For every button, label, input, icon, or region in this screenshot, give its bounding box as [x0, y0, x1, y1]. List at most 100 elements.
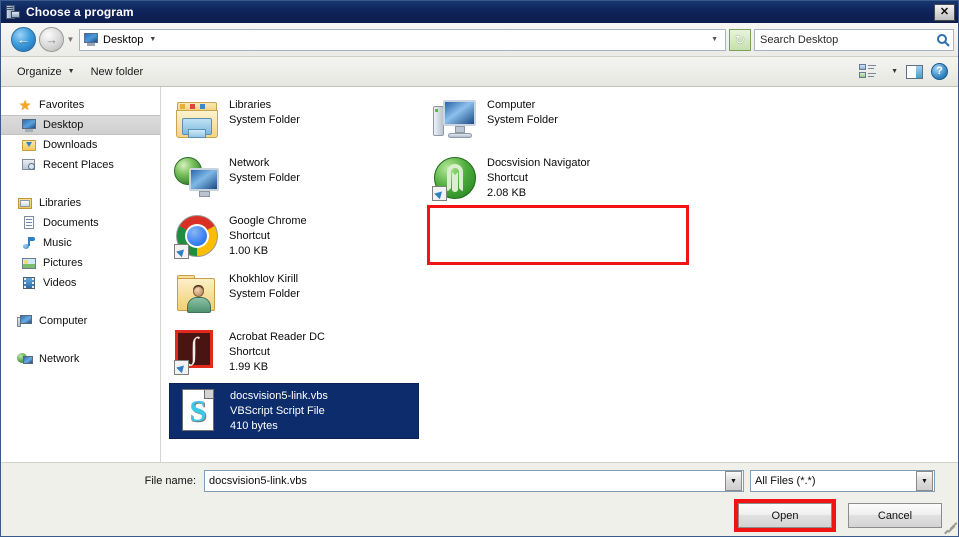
sidebar-item-label: Desktop: [43, 119, 84, 131]
file-item-docsvision-navigator[interactable]: Docsvision Navigator Shortcut 2.08 KB: [427, 151, 677, 207]
file-type-select[interactable]: All Files (*.*) ▼: [750, 470, 935, 492]
network-icon: [17, 351, 33, 367]
server-program-icon: [5, 4, 21, 20]
close-button[interactable]: ✕: [934, 3, 955, 21]
desktop-monitor-icon: [83, 32, 99, 47]
computer-icon: [17, 313, 33, 329]
recent-places-icon: [21, 157, 37, 173]
sidebar-item-pictures[interactable]: Pictures: [1, 253, 160, 273]
sidebar-group-computer: Computer: [1, 311, 160, 331]
shortcut-arrow-icon: [174, 360, 189, 375]
sidebar-item-documents[interactable]: Documents: [1, 213, 160, 233]
sidebar-item-network[interactable]: Network: [1, 349, 160, 369]
view-mode-icon: [859, 64, 877, 79]
desktop-monitor-icon: [21, 117, 37, 133]
magnifier-icon[interactable]: [933, 30, 953, 50]
new-folder-button[interactable]: New folder: [83, 63, 152, 81]
file-item-libraries[interactable]: Libraries System Folder: [169, 93, 419, 149]
downloads-folder-icon: [21, 137, 37, 153]
breadcrumb-chevron-down-icon[interactable]: ▼: [149, 36, 156, 43]
shortcut-arrow-icon: [174, 244, 189, 259]
file-name-input[interactable]: docsvision5-link.vbs ▼: [204, 470, 744, 492]
file-list-pane[interactable]: Libraries System Folder Network System F…: [161, 87, 958, 462]
file-type: Shortcut: [229, 346, 270, 358]
view-mode-dropdown[interactable]: ▼: [881, 66, 902, 77]
file-name-label: File name:: [144, 475, 196, 487]
breadcrumb[interactable]: Desktop: [103, 34, 143, 46]
libraries-folder-icon: [173, 96, 221, 144]
file-name: Libraries: [229, 99, 272, 111]
file-type: Shortcut: [487, 172, 528, 184]
navigation-sidebar: ★ Favorites Desktop Downloads Recent Pla…: [1, 87, 161, 462]
address-dropdown-icon[interactable]: ▼: [707, 36, 722, 43]
new-folder-label: New folder: [90, 65, 144, 78]
acrobat-reader-icon: ∫: [173, 328, 221, 376]
file-size: 1.99 KB: [229, 361, 269, 373]
search-input[interactable]: Search Desktop: [754, 28, 954, 51]
forward-arrow-icon[interactable]: →: [39, 27, 64, 52]
organize-button[interactable]: Organize ▼: [9, 63, 83, 81]
picture-icon: [21, 255, 37, 271]
file-name-dropdown-button[interactable]: ▼: [725, 471, 742, 491]
history-dropdown-icon[interactable]: ▼: [64, 28, 77, 51]
sidebar-item-videos[interactable]: Videos: [1, 273, 160, 293]
file-name-value: docsvision5-link.vbs: [209, 475, 307, 487]
sidebar-item-label: Pictures: [43, 257, 83, 269]
sidebar-group-network: Network: [1, 349, 160, 369]
docsvision-navigator-icon: [431, 154, 479, 202]
vbscript-file-icon: S: [174, 387, 222, 435]
sidebar-header-libraries[interactable]: Libraries: [1, 193, 160, 213]
preview-pane-button[interactable]: [902, 63, 927, 81]
file-item-docsvision5-link-vbs[interactable]: S docsvision5-link.vbs VBScript Script F…: [169, 383, 419, 439]
file-item-google-chrome[interactable]: Google Chrome Shortcut 1.00 KB: [169, 209, 419, 265]
chevron-down-icon: ▼: [67, 68, 75, 75]
sidebar-item-computer[interactable]: Computer: [1, 311, 160, 331]
back-arrow-icon[interactable]: ←: [11, 27, 36, 52]
open-button[interactable]: Open: [738, 503, 832, 528]
computer-icon: [431, 96, 479, 144]
file-type-value: All Files (*.*): [755, 475, 816, 487]
file-item-computer[interactable]: Computer System Folder: [427, 93, 677, 149]
choose-a-program-dialog: Choose a program ✕ ← → ▼ Desktop ▼ ▼ ↻ S…: [0, 0, 959, 537]
file-item-acrobat-reader-dc[interactable]: ∫ Acrobat Reader DC Shortcut 1.99 KB: [169, 325, 419, 381]
view-mode-button[interactable]: [855, 62, 881, 81]
file-name: Network: [229, 157, 270, 169]
help-button[interactable]: ?: [927, 61, 952, 82]
file-item-khokhlov-kirill[interactable]: Khokhlov Kirill System Folder: [169, 267, 419, 323]
file-item-network[interactable]: Network System Folder: [169, 151, 419, 207]
file-type-dropdown-button[interactable]: ▼: [916, 471, 933, 491]
open-button-wrapper: Open: [734, 499, 836, 532]
sidebar-header-favorites[interactable]: ★ Favorites: [1, 95, 160, 115]
shortcut-arrow-icon: [432, 186, 447, 201]
network-globe-monitor-icon: [173, 154, 221, 202]
file-type: VBScript Script File: [230, 405, 325, 417]
file-name: Google Chrome: [229, 215, 307, 227]
file-name: Computer: [487, 99, 536, 111]
file-name: docsvision5-link.vbs: [230, 390, 328, 402]
address-bar[interactable]: Desktop ▼ ▼: [79, 28, 726, 51]
sidebar-item-downloads[interactable]: Downloads: [1, 135, 160, 155]
resize-grip[interactable]: [944, 522, 958, 535]
search-placeholder: Search Desktop: [760, 33, 839, 46]
sidebar-item-desktop[interactable]: Desktop: [1, 115, 160, 135]
music-note-icon: [21, 235, 37, 251]
file-type: System Folder: [487, 114, 558, 126]
sidebar-item-label: Music: [43, 237, 72, 249]
cancel-button[interactable]: Cancel: [848, 503, 942, 528]
organize-label: Organize: [17, 65, 62, 78]
sidebar-item-label: Recent Places: [43, 159, 114, 171]
file-name-row: File name: docsvision5-link.vbs ▼ All Fi…: [1, 470, 958, 492]
sidebar-item-recent-places[interactable]: Recent Places: [1, 155, 160, 175]
dialog-body: ★ Favorites Desktop Downloads Recent Pla…: [1, 87, 958, 462]
document-icon: [21, 215, 37, 231]
google-chrome-icon: [173, 212, 221, 260]
sidebar-item-label: Documents: [43, 217, 99, 229]
chevron-down-icon: ▼: [891, 68, 898, 75]
refresh-icon[interactable]: ↻: [729, 28, 751, 51]
dialog-footer: File name: docsvision5-link.vbs ▼ All Fi…: [1, 462, 958, 536]
navigation-bar: ← → ▼ Desktop ▼ ▼ ↻ Search Desktop: [1, 23, 958, 57]
sidebar-header-label: Favorites: [39, 99, 85, 111]
sidebar-header-label: Network: [39, 353, 80, 365]
libraries-folder-icon: [17, 195, 33, 211]
sidebar-item-music[interactable]: Music: [1, 233, 160, 253]
